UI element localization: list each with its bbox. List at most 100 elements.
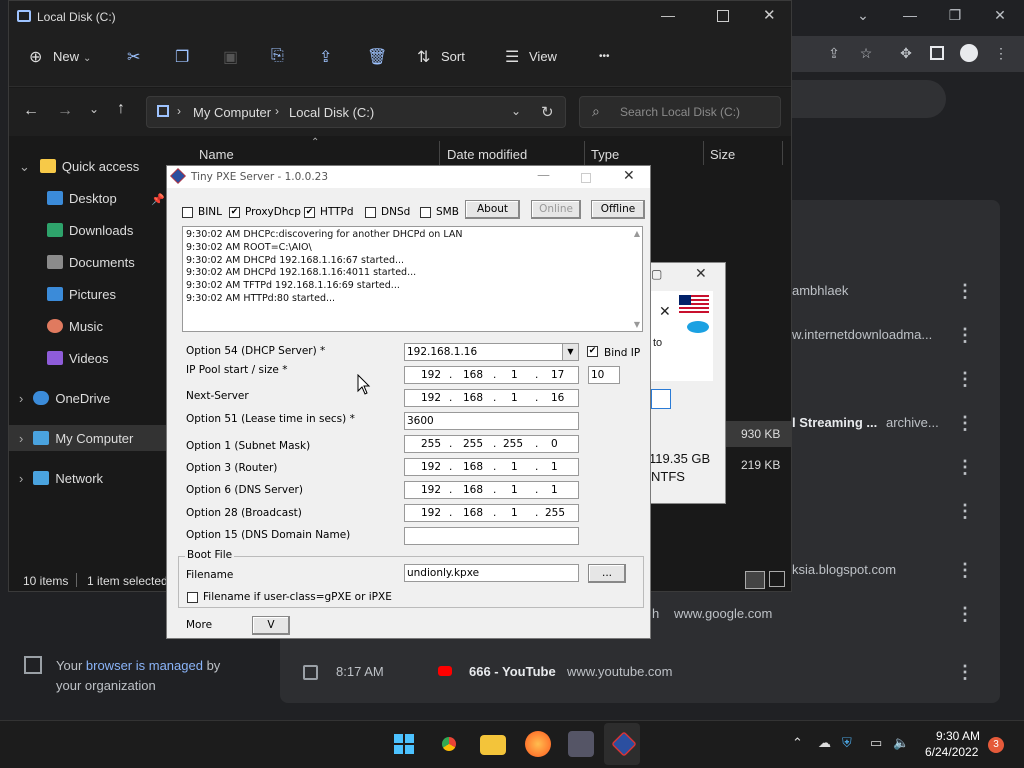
ip-pool-start-field[interactable]: 192. 168. 1. 17 [404,366,579,384]
up-arrow-icon[interactable]: ↑ [117,100,125,118]
search-box[interactable]: ⌕ Search Local Disk (C:) [579,96,781,128]
browse-button[interactable]: ... [588,564,626,583]
address-dropdown-icon[interactable]: ⌄ [511,104,521,118]
new-button[interactable]: New [53,49,79,64]
more-vert-icon[interactable]: ⋮ [956,560,974,581]
nav-item-quick-access[interactable]: ⌄ Quick access [19,159,139,175]
dialog-button[interactable] [651,389,671,409]
address-bar[interactable]: › My Computer › Local Disk (C:) ⌄ ↻ [146,96,566,128]
router-field[interactable]: 192. 168. 1. 1 [404,458,579,476]
more-vert-icon[interactable]: ⋮ [956,369,974,390]
chrome-taskbar-icon[interactable] [436,731,462,757]
extensions-icon[interactable]: ✥ [892,38,920,68]
online-button[interactable]: Online [531,200,581,219]
details-view-icon[interactable] [745,571,765,589]
volume-icon[interactable]: 🔈 [893,735,909,751]
recent-chevron-icon[interactable]: ⌄ [89,102,99,116]
inner-close-icon[interactable]: ✕ [659,303,671,320]
minimize-button[interactable]: — [661,7,675,23]
bookmark-star-icon[interactable]: ☆ [852,38,880,68]
dnsd-checkbox[interactable] [365,207,376,218]
pxe-close-button[interactable]: ✕ [623,168,635,184]
more-vert-icon[interactable]: ⋮ [956,457,974,478]
httpd-checkbox[interactable]: ✔ [304,207,315,218]
column-type[interactable]: Type [591,147,619,162]
maximize-button[interactable] [717,10,729,22]
column-size[interactable]: Size [710,147,735,162]
option51-field[interactable]: 3600 [404,412,579,430]
profile-avatar[interactable] [960,44,978,62]
dropdown-arrow-icon[interactable]: ▼ [562,344,578,360]
more-vert-icon[interactable]: ⋮ [956,413,974,434]
more-vert-icon[interactable]: ⋮ [956,325,974,346]
file-explorer-taskbar-icon[interactable] [480,735,506,755]
breadcrumb-local-disk[interactable]: Local Disk (C:) [289,105,374,120]
chrome-minimize-button[interactable]: — [895,0,925,30]
breadcrumb-my-computer[interactable]: My Computer [193,105,271,120]
subnet-mask-field[interactable]: 255. 255. 255. 0 [404,435,579,453]
share-icon[interactable]: ⇪ [820,38,848,68]
security-shield-icon[interactable]: ⛨ [842,735,852,751]
dns-domain-field[interactable] [404,527,579,545]
column-date-modified[interactable]: Date modified [447,147,527,162]
binl-checkbox[interactable] [182,207,193,218]
managed-link[interactable]: browser is managed [86,658,203,673]
close-button[interactable]: ✕ [763,6,776,24]
chrome-close-button[interactable]: ✕ [985,0,1015,30]
show-hidden-icons-chevron[interactable]: ⌃ [792,735,803,751]
pxe-minimize-button[interactable]: — [537,168,550,183]
nav-item-network[interactable]: › Network [19,471,103,486]
monitor-icon[interactable]: ▭ [870,735,882,751]
paste-icon[interactable]: ▣ [223,47,238,67]
nav-item-music[interactable]: Music [47,319,103,334]
more-vert-icon[interactable]: ⋮ [956,662,974,683]
view-button[interactable]: View [529,49,557,64]
side-panel-icon[interactable] [930,46,944,60]
chrome-tab-menu-icon[interactable]: ⌄ [848,0,878,30]
nav-item-videos[interactable]: Videos [47,351,109,366]
nav-item-downloads[interactable]: Downloads [47,223,133,238]
more-vert-icon[interactable]: ⋮ [956,501,974,522]
nav-item-desktop[interactable]: Desktop [47,191,117,206]
share-icon[interactable]: ⇪ [319,47,332,67]
more-toggle-button[interactable]: V [252,616,290,635]
forward-arrow-icon[interactable]: → [57,102,73,120]
pxe-maximize-button[interactable] [581,173,591,183]
rename-icon[interactable]: ⎘ [271,47,284,65]
clock-date[interactable]: 6/24/2022 [925,745,978,759]
chrome-restore-button[interactable]: ❐ [940,0,970,30]
firefox-taskbar-icon[interactable] [525,731,551,757]
more-vert-icon[interactable]: ⋮ [956,604,974,625]
dialog-restore-icon[interactable]: ▢ [651,267,662,281]
next-server-field[interactable]: 192. 168. 1. 16 [404,389,579,407]
nav-item-my-computer[interactable]: › My Computer [19,431,133,446]
network-off-icon[interactable]: ☁ [818,735,831,751]
start-button[interactable] [391,731,417,757]
scroll-up-icon[interactable]: ▲ [634,229,640,238]
option54-select[interactable]: 192.168.1.16 ▼ [404,343,579,361]
nav-item-pictures[interactable]: Pictures [47,287,116,302]
refresh-icon[interactable]: ↻ [541,103,554,121]
app-taskbar-icon[interactable] [568,731,594,757]
sort-button[interactable]: Sort [441,49,465,64]
dialog-close-button[interactable]: ✕ [695,265,707,282]
broadcast-field[interactable]: 192. 168. 1. 255 [404,504,579,522]
more-vert-icon[interactable]: ⋮ [956,281,974,302]
tiles-view-icon[interactable] [769,571,785,587]
back-arrow-icon[interactable]: ← [23,102,39,120]
filename-field[interactable]: undionly.kpxe [404,564,579,582]
about-button[interactable]: About [465,200,520,219]
more-options-button[interactable]: ••• [599,51,610,62]
notification-badge[interactable]: 3 [988,737,1004,753]
cut-icon[interactable]: ✂ [127,47,140,67]
delete-icon[interactable]: 🗑 [367,47,387,67]
ip-pool-size-field[interactable]: 10 [588,366,620,384]
history-title[interactable]: 666 - YouTube [469,664,556,679]
history-checkbox[interactable] [303,665,318,680]
history-search-bar[interactable] [792,80,946,118]
filename-if-checkbox[interactable] [187,592,198,603]
clock-time[interactable]: 9:30 AM [936,729,980,743]
proxydhcp-checkbox[interactable]: ✔ [229,207,240,218]
dns-server-field[interactable]: 192. 168. 1. 1 [404,481,579,499]
smb-checkbox[interactable] [420,207,431,218]
